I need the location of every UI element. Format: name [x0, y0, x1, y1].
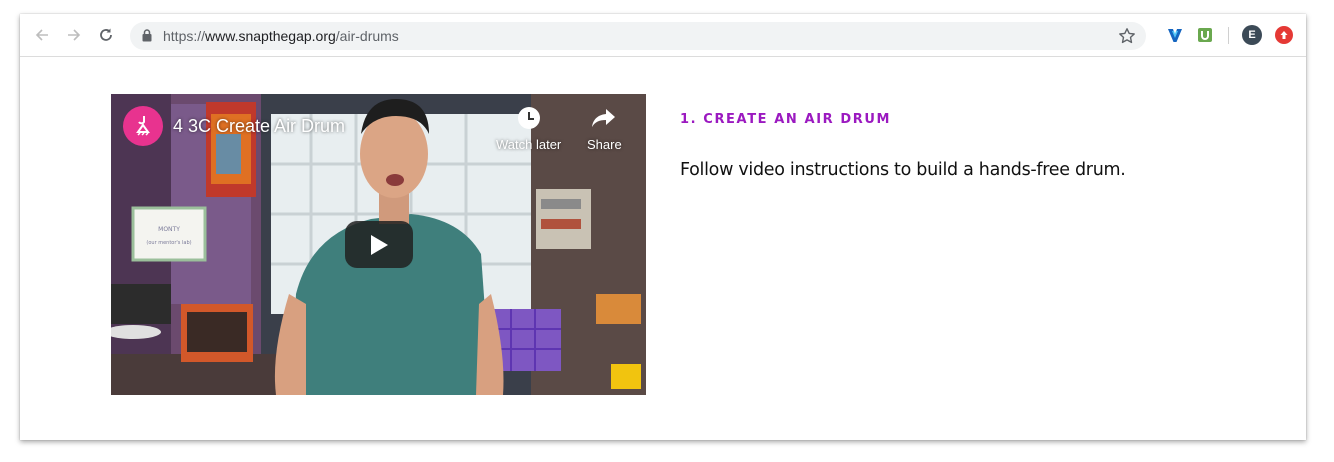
- toolbar-separator: [1228, 27, 1229, 44]
- page-content: MONTY (our mentor's lab) 4 3C Create Air…: [20, 57, 1306, 440]
- profile-initial: E: [1248, 29, 1256, 41]
- step-heading: 1. CREATE AN AIR DRUM: [680, 112, 892, 127]
- reload-button[interactable]: [96, 25, 116, 45]
- star-icon[interactable]: [1118, 27, 1136, 45]
- watch-later-button[interactable]: Watch later: [496, 106, 561, 152]
- clock-icon: [517, 107, 540, 129]
- share-arrow-icon: [592, 109, 616, 127]
- whiteboard-text-1: MONTY: [158, 226, 180, 233]
- update-button[interactable]: [1275, 26, 1293, 44]
- url-host: www.snapthegap.org: [205, 28, 336, 44]
- whiteboard-text-2: (our mentor's lab): [146, 240, 191, 246]
- video-player[interactable]: MONTY (our mentor's lab) 4 3C Create Air…: [111, 94, 646, 395]
- share-label: Share: [587, 137, 622, 152]
- extension-v-button[interactable]: [1166, 26, 1184, 44]
- lock-icon: [142, 29, 152, 42]
- browser-toolbar: https://www.snapthegap.org/air-drums E: [20, 14, 1306, 57]
- forward-arrow-icon: [68, 29, 81, 41]
- back-button[interactable]: [32, 25, 52, 45]
- channel-logo[interactable]: [123, 106, 163, 146]
- back-arrow-icon: [35, 29, 48, 41]
- share-button[interactable]: Share: [587, 106, 622, 152]
- url-path: /air-drums: [335, 28, 399, 44]
- address-bar[interactable]: https://www.snapthegap.org/air-drums: [130, 22, 1146, 50]
- step-description: Follow video instructions to build a han…: [680, 160, 1126, 180]
- profile-avatar[interactable]: E: [1242, 25, 1262, 45]
- play-icon: [371, 234, 388, 255]
- extension-u-button[interactable]: [1196, 26, 1214, 44]
- browser-window: https://www.snapthegap.org/air-drums E M…: [20, 14, 1306, 440]
- url-text: https://www.snapthegap.org/air-drums: [163, 28, 399, 44]
- video-title[interactable]: 4 3C Create Air Drum: [173, 116, 345, 137]
- reload-icon: [100, 28, 112, 41]
- channel-logo-icon: [136, 116, 150, 136]
- v-extension-icon: [1168, 29, 1182, 42]
- play-button[interactable]: [345, 221, 413, 268]
- watch-later-label: Watch later: [496, 137, 562, 152]
- url-scheme: https://: [163, 28, 206, 44]
- u-extension-icon: [1198, 28, 1212, 42]
- forward-button[interactable]: [64, 25, 84, 45]
- update-arrow-icon: [1280, 31, 1288, 39]
